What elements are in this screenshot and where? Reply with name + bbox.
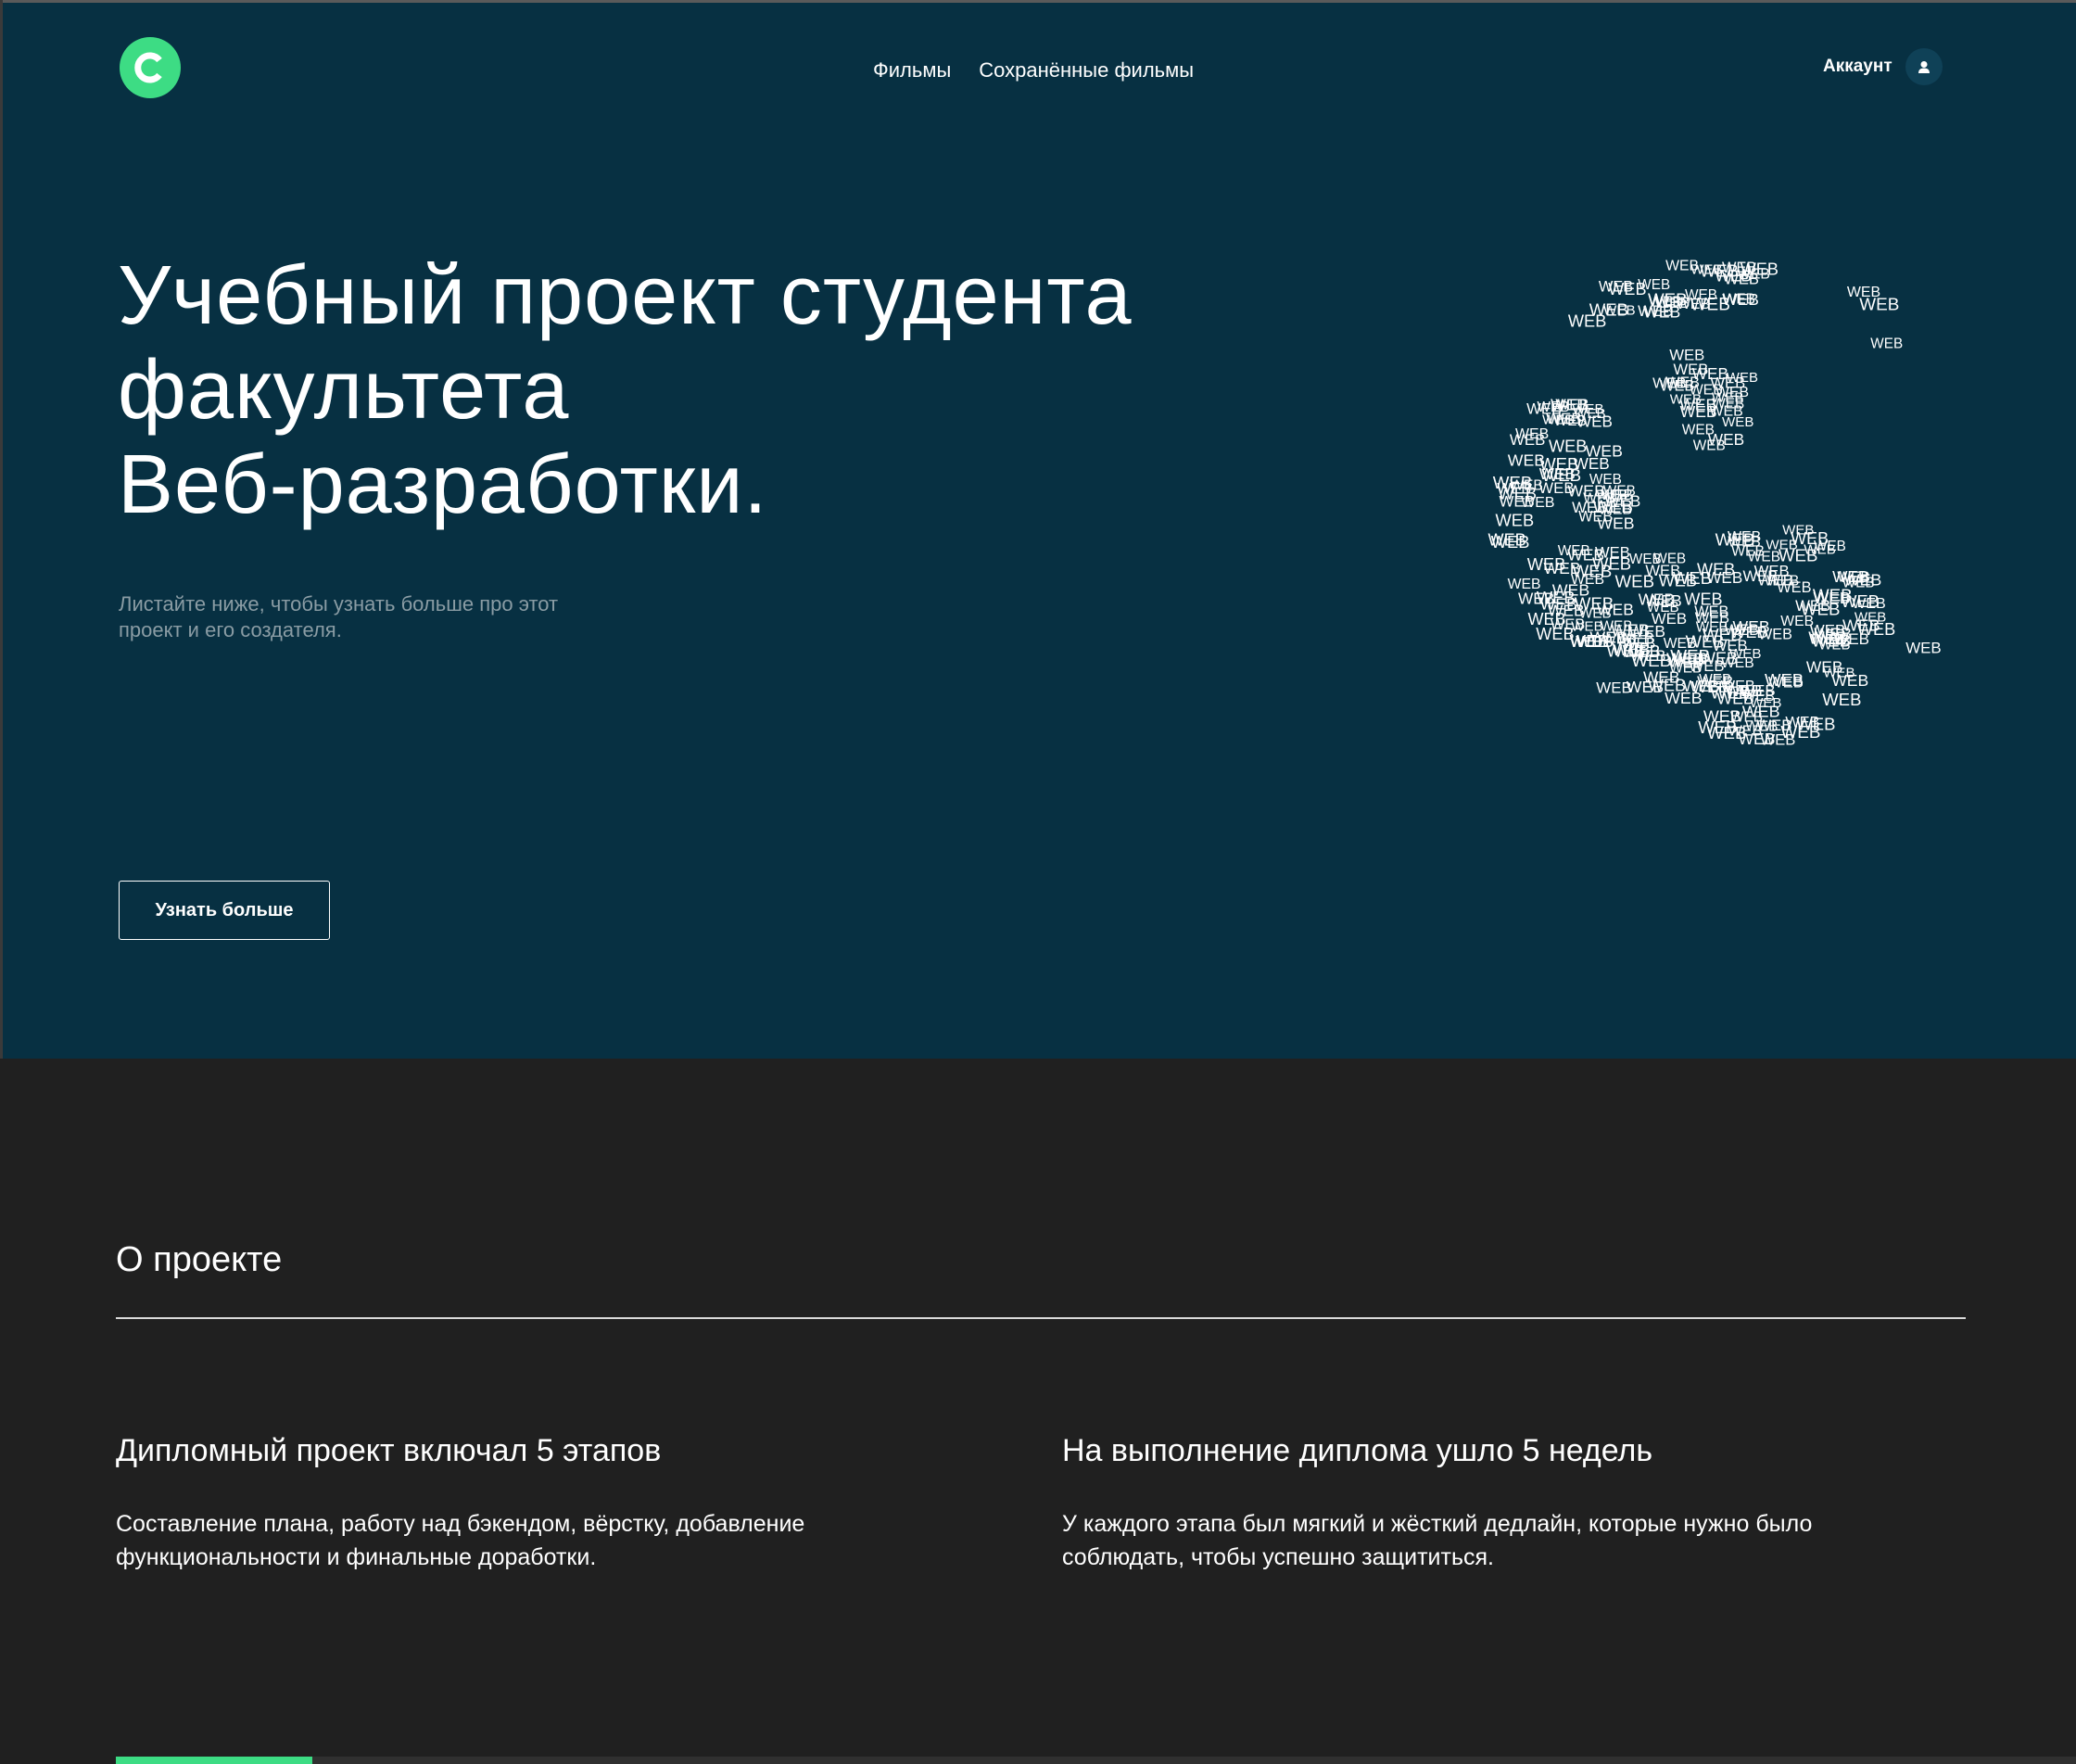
globe-word: WEB bbox=[1638, 277, 1670, 293]
globe-word: WEB bbox=[1549, 437, 1587, 455]
globe-word: WEB bbox=[1808, 628, 1847, 648]
logo-link[interactable] bbox=[120, 37, 181, 98]
about-divider bbox=[116, 1317, 1966, 1319]
about-title: О проекте bbox=[116, 1240, 283, 1279]
hero-section: Фильмы Сохранённые фильмы Аккаунт Учебны… bbox=[3, 3, 2076, 1059]
globe-word: WEB bbox=[1737, 267, 1770, 283]
hero-subtitle-line: Листайте ниже, чтобы узнать больше про э… bbox=[119, 592, 559, 615]
globe-word: WEB bbox=[1583, 491, 1616, 507]
globe-word: WEB bbox=[1628, 622, 1665, 641]
main-nav: Фильмы Сохранённые фильмы bbox=[873, 57, 1194, 84]
globe-word: WEB bbox=[1510, 431, 1545, 449]
globe-word: WEB bbox=[1567, 545, 1604, 564]
globe-word: WEB bbox=[1842, 575, 1875, 590]
account-label: Аккаунт bbox=[1823, 57, 1892, 76]
globe-word: WEB bbox=[1814, 539, 1846, 554]
globe-word: WEB bbox=[1575, 593, 1614, 613]
globe-word: WEB bbox=[1603, 303, 1636, 319]
globe-word: WEB bbox=[1685, 287, 1717, 303]
hero-subtitle: Листайте ниже, чтобы узнать больше про э… bbox=[119, 591, 638, 643]
nav-link-saved-movies[interactable]: Сохранённые фильмы bbox=[979, 57, 1194, 84]
about-column-text-line: У каждого этапа был мягкий и жёсткий дед… bbox=[1062, 1511, 1813, 1537]
globe-word: WEB bbox=[1498, 484, 1537, 503]
globe-word: WEB bbox=[1536, 625, 1574, 643]
globe-word: WEB bbox=[1795, 597, 1830, 615]
account-button[interactable]: Аккаунт bbox=[1823, 48, 1943, 85]
about-column-text-line: соблюдать, чтобы успешно защититься. bbox=[1062, 1544, 1494, 1570]
progress-fill bbox=[116, 1757, 312, 1764]
about-column-text-line: функциональности и финальные доработки. bbox=[116, 1544, 597, 1570]
globe-word: WEB bbox=[1684, 590, 1722, 608]
hero-title-line: Веб-разработки. bbox=[118, 438, 768, 531]
globe-word: WEB bbox=[1715, 530, 1755, 550]
globe-word: WEB bbox=[1682, 423, 1715, 438]
globe-word: WEB bbox=[1697, 561, 1735, 579]
globe-word: WEB bbox=[1779, 546, 1818, 565]
globe-word: WEB bbox=[1613, 641, 1651, 659]
globe-word: WEB bbox=[1669, 347, 1704, 364]
about-column-heading: На выполнение диплома ушло 5 недель bbox=[1062, 1433, 1653, 1468]
globe-word: WEB bbox=[1905, 639, 1941, 656]
globe-word: WEB bbox=[1730, 623, 1768, 641]
hero-subtitle-line: проект и его создателя. bbox=[119, 618, 342, 641]
globe-word: WEB bbox=[1806, 658, 1843, 677]
progress-track bbox=[116, 1757, 2076, 1764]
globe-word: WEB bbox=[1518, 590, 1554, 608]
globe-word: WEB bbox=[1647, 600, 1679, 615]
globe-word: WEB bbox=[1574, 406, 1606, 422]
globe-word: WEB bbox=[1870, 336, 1903, 352]
globe-word: WEB bbox=[1859, 296, 1899, 315]
hero-title-line: Учебный проект студента bbox=[118, 249, 1133, 342]
globe-word: WEB bbox=[1573, 562, 1613, 581]
globe-word: WEB bbox=[1756, 717, 1791, 734]
globe-word: WEB bbox=[1721, 679, 1755, 695]
globe-word: WEB bbox=[1654, 294, 1690, 311]
globe-word: WEB bbox=[1645, 562, 1680, 579]
globe-word: WEB bbox=[1586, 442, 1623, 461]
globe-word: WEB bbox=[1660, 377, 1694, 394]
globe-word: WEB bbox=[1841, 591, 1880, 611]
hero-title: Учебный проект студента факультета Веб-р… bbox=[118, 248, 1323, 532]
globe-word: WEB bbox=[1690, 261, 1722, 277]
web-globe-icon: WEBWEBWEBWEBWEBWEBWEBWEBWEBWEBWEBWEBWEBW… bbox=[1488, 259, 1942, 749]
about-column: Дипломный проект включал 5 этапов Состав… bbox=[116, 1428, 950, 1574]
user-icon bbox=[1905, 48, 1943, 85]
globe-word: WEB bbox=[1571, 634, 1603, 650]
globe-word: WEB bbox=[1777, 579, 1811, 596]
about-column-text: Составление плана, работу над бэкендом, … bbox=[116, 1507, 950, 1574]
globe-word: WEB bbox=[1723, 292, 1755, 308]
globe-word: WEB bbox=[1539, 465, 1576, 483]
globe-word: WEB bbox=[1496, 510, 1535, 529]
hero-title-line: факультета bbox=[118, 344, 570, 437]
c-logo-icon bbox=[134, 52, 162, 83]
globe-word: WEB bbox=[1648, 677, 1686, 695]
about-column: На выполнение диплома ушло 5 недель У ка… bbox=[1062, 1428, 1896, 1574]
learn-more-button[interactable]: Узнать больше bbox=[119, 881, 330, 940]
globe-word: WEB bbox=[1727, 370, 1758, 386]
globe-word: WEB bbox=[1854, 610, 1886, 626]
about-column-text: У каждого этапа был мягкий и жёсткий дед… bbox=[1062, 1507, 1896, 1574]
globe-word: WEB bbox=[1822, 690, 1861, 709]
about-column-heading: Дипломный проект включал 5 этапов bbox=[116, 1433, 662, 1468]
globe-word: WEB bbox=[1700, 649, 1738, 667]
globe-word: WEB bbox=[1538, 400, 1570, 415]
globe-word: WEB bbox=[1765, 670, 1804, 690]
about-column-text-line: Составление плана, работу над бэкендом, … bbox=[116, 1511, 805, 1537]
globe-word: WEB bbox=[1680, 402, 1717, 421]
nav-link-movies[interactable]: Фильмы bbox=[873, 57, 951, 84]
globe-word: WEB bbox=[1491, 532, 1530, 552]
